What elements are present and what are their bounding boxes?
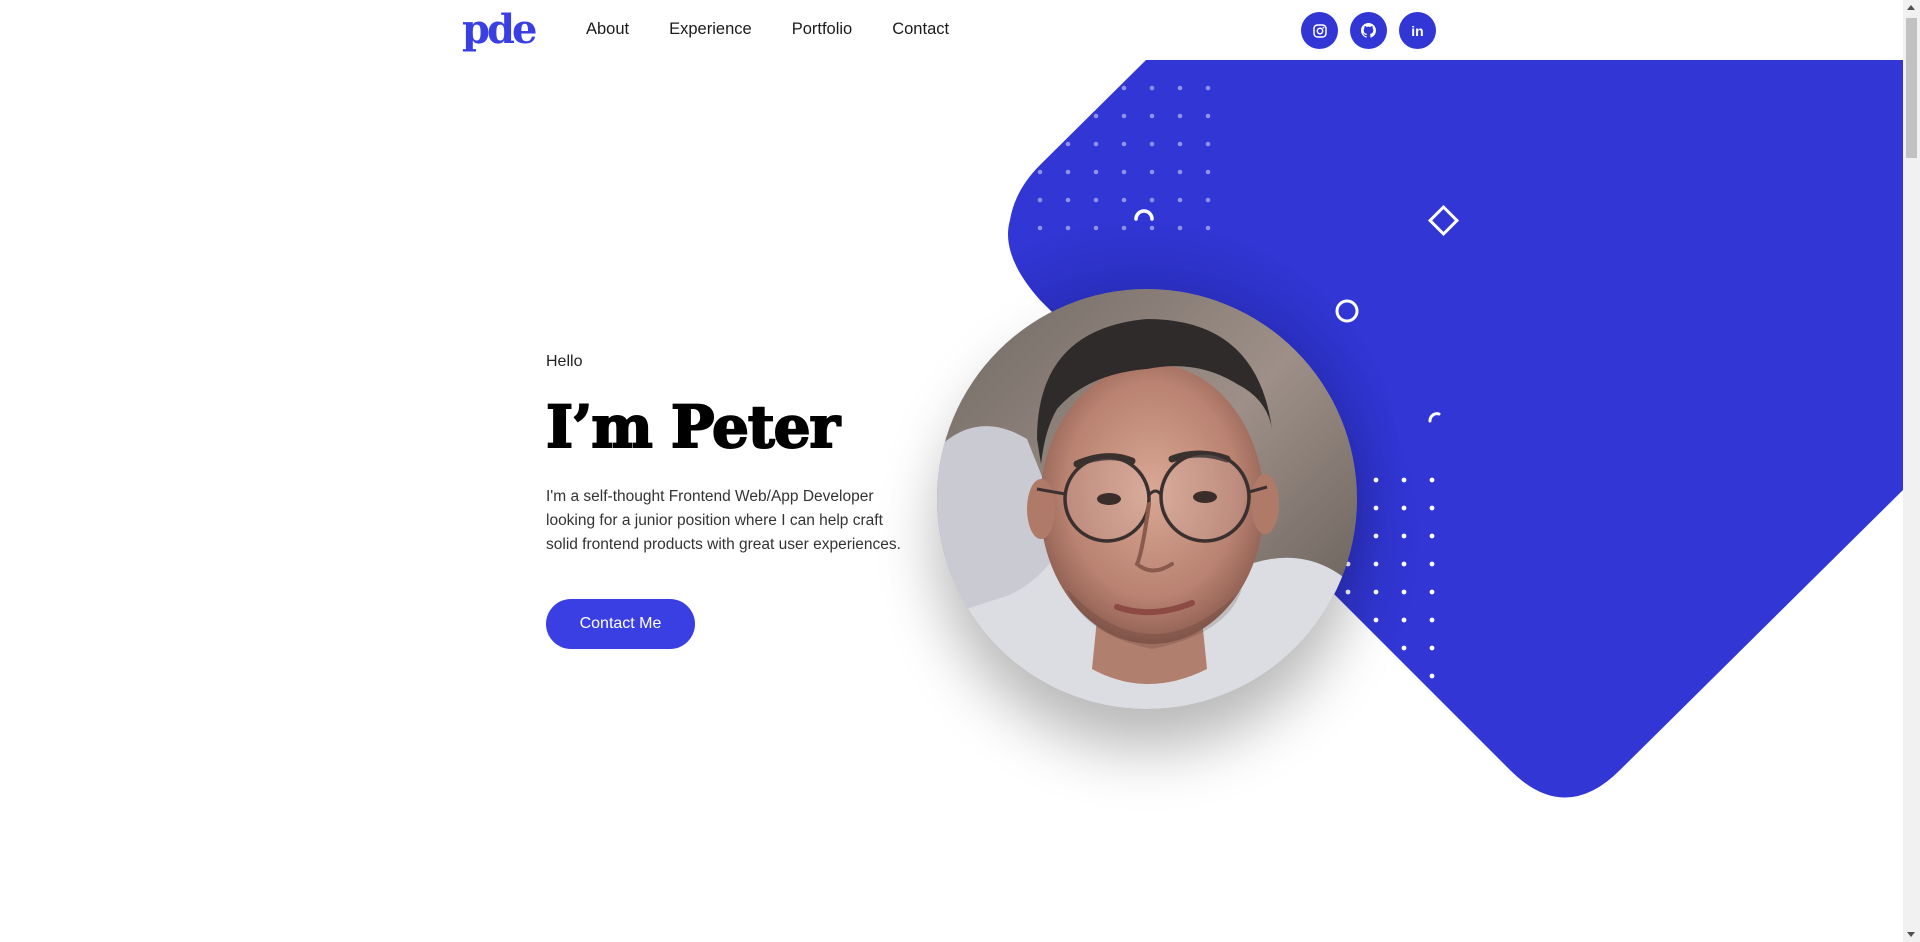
logo[interactable]: pde [462,8,537,52]
instagram-icon [1312,23,1327,38]
instagram-button[interactable] [1301,12,1338,49]
profile-photo-illustration [937,289,1357,709]
social-links: in [1301,12,1436,49]
linkedin-icon: in [1411,22,1424,39]
circle-outline-decoration [1335,299,1359,323]
github-icon [1361,23,1376,38]
top-navbar: pde About Experience Portfolio Contact i… [0,0,1903,60]
linkedin-button[interactable]: in [1399,12,1436,49]
scroll-up-arrow-icon[interactable] [1907,5,1915,10]
diamond-outline-decoration [1427,204,1460,237]
github-button[interactable] [1350,12,1387,49]
contact-me-button[interactable]: Contact Me [546,599,695,649]
arc-decoration-top [1134,209,1154,221]
nav-link-contact[interactable]: Contact [892,20,949,39]
nav-link-portfolio[interactable]: Portfolio [792,20,853,39]
hero-headline: I’m Peter [545,393,841,461]
nav-links: About Experience Portfolio Contact [586,20,949,39]
vertical-scrollbar[interactable] [1903,0,1920,942]
portfolio-page: pde About Experience Portfolio Contact i… [0,0,1920,942]
scroll-down-arrow-icon[interactable] [1907,932,1915,937]
nav-link-about[interactable]: About [586,20,629,39]
arc-decoration-right [1428,412,1441,423]
hero-description: I'm a self-thought Frontend Web/App Deve… [546,488,901,553]
hero-intro: Hello I’m Peter I'm a self-thought Front… [545,353,916,557]
profile-photo [937,289,1357,709]
scrollbar-thumb[interactable] [1906,18,1917,158]
nav-link-experience[interactable]: Experience [669,20,752,39]
greeting-text: Hello [546,353,583,370]
